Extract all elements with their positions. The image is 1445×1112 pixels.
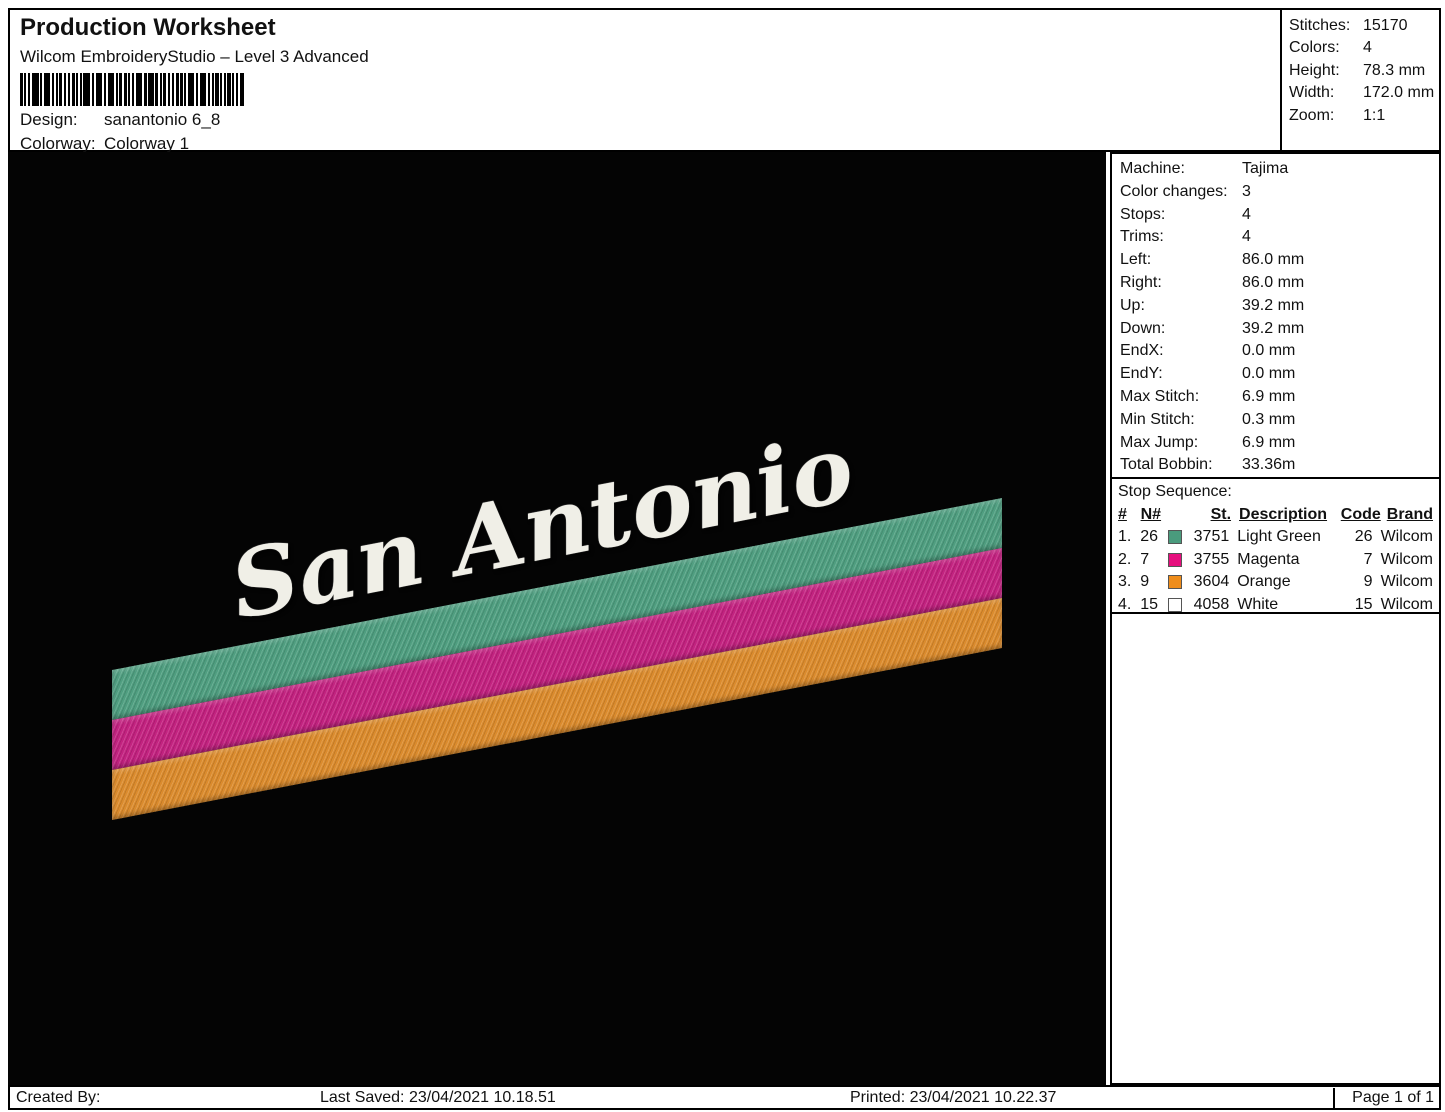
notes-box [1110,612,1441,1085]
stops-value: 4 [1242,206,1251,223]
design-row: Design:sanantonio 6_8 [20,110,1270,130]
machine-info-row: Min Stitch:0.3 mm [1120,409,1431,432]
machine-info-row: Trims:4 [1120,226,1431,249]
machine-info-row: Max Jump:6.9 mm [1120,432,1431,455]
width-value: 172.0 mm [1363,84,1434,101]
up-value: 39.2 mm [1242,297,1304,314]
thread-color-swatch [1168,575,1182,589]
software-subtitle: Wilcom EmbroideryStudio – Level 3 Advanc… [20,47,1270,67]
down-value: 39.2 mm [1242,320,1304,337]
embroidery-design-preview: San Antonio [8,152,1106,1085]
machine-info-row: Down:39.2 mm [1120,318,1431,341]
stat-row: Height:78.3 mm [1289,60,1439,82]
stop-sequence-box: Stop Sequence: # N# St. Description Code… [1110,477,1441,614]
colorway-value: Colorway 1 [104,134,189,153]
machine-info-row: EndY:0.0 mm [1120,363,1431,386]
total-bobbin-value: 33.36m [1242,456,1295,473]
design-name-value: sanantonio 6_8 [104,110,220,129]
machine-info-row: Max Stitch:6.9 mm [1120,386,1431,409]
thread-color-swatch [1168,530,1182,544]
height-value: 78.3 mm [1363,62,1425,79]
right-value: 86.0 mm [1242,274,1304,291]
colorway-label: Colorway: [20,134,104,154]
page-title: Production Worksheet [20,14,1270,42]
design-label: Design: [20,110,104,130]
colors-value: 4 [1363,39,1372,56]
machine-info-row: Up:39.2 mm [1120,295,1431,318]
created-by-label: Created By: [16,1088,100,1108]
thread-color-swatch [1168,598,1182,612]
thread-color-swatch [1168,553,1182,567]
page-number-text: Page 1 of 1 [1352,1088,1434,1108]
last-saved-text: Last Saved: 23/04/2021 10.18.51 [320,1088,556,1108]
machine-info-row: Total Bobbin:33.36m [1120,454,1431,477]
machine-info-row: EndX:0.0 mm [1120,340,1431,363]
endx-value: 0.0 mm [1242,342,1295,359]
max-stitch-value: 6.9 mm [1242,388,1295,405]
stat-row: Width:172.0 mm [1289,82,1439,104]
stat-row: Zoom:1:1 [1289,105,1439,127]
stop-sequence-header: # N# St. Description Code Brand [1118,504,1433,527]
stitches-value: 15170 [1363,17,1408,34]
machine-info-row: Left:86.0 mm [1120,249,1431,272]
stop-sequence-row: 1. 26 3751 Light Green 26 Wilcom [1118,526,1433,549]
colorway-row: Colorway:Colorway 1 [20,134,1270,154]
left-value: 86.0 mm [1242,251,1304,268]
printed-text: Printed: 23/04/2021 10.22.37 [850,1088,1056,1108]
worksheet-header: Production Worksheet Wilcom EmbroiderySt… [8,8,1282,152]
design-stats-box: Stitches:15170 Colors:4 Height:78.3 mm W… [1280,8,1441,152]
trims-value: 4 [1242,228,1251,245]
stop-sequence-row: 3. 9 3604 Orange 9 Wilcom [1118,571,1433,594]
stop-sequence-row: 2. 7 3755 Magenta 7 Wilcom [1118,549,1433,572]
footer-bar: Created By: Last Saved: 23/04/2021 10.18… [8,1085,1441,1110]
barcode-image [20,73,244,106]
machine-info-box: Machine:Tajima Color changes:3 Stops:4 T… [1110,152,1441,479]
machine-info-row: Color changes:3 [1120,181,1431,204]
min-stitch-value: 0.3 mm [1242,411,1295,428]
stop-sequence-title: Stop Sequence: [1118,481,1433,504]
endy-value: 0.0 mm [1242,365,1295,382]
zoom-value: 1:1 [1363,107,1385,124]
color-changes-value: 3 [1242,183,1251,200]
machine-value: Tajima [1242,160,1288,177]
machine-info-row: Right:86.0 mm [1120,272,1431,295]
stat-row: Colors:4 [1289,37,1439,59]
stat-row: Stitches:15170 [1289,15,1439,37]
machine-info-row: Machine:Tajima [1120,158,1431,181]
machine-info-row: Stops:4 [1120,204,1431,227]
max-jump-value: 6.9 mm [1242,434,1295,451]
